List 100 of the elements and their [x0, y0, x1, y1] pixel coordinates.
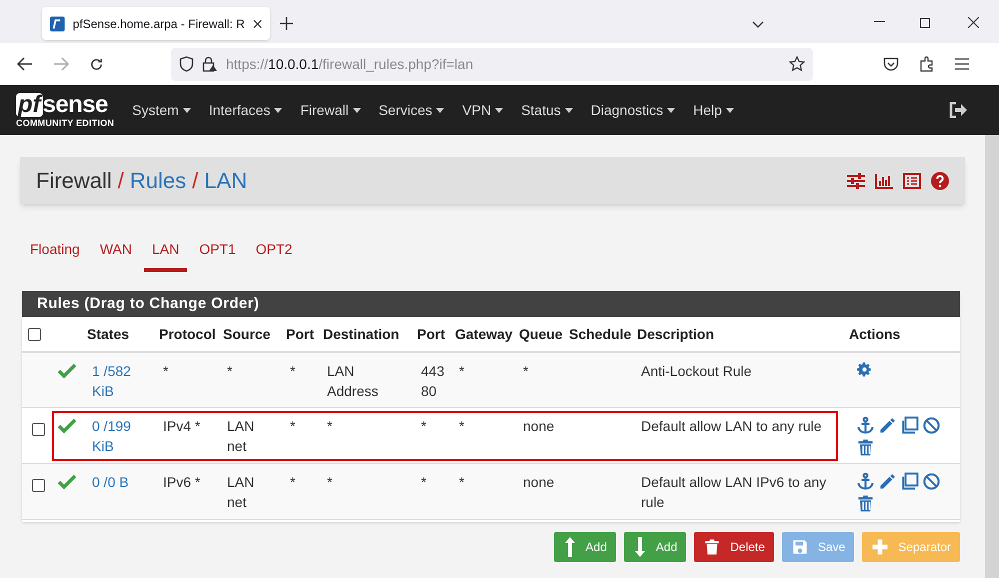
trash-icon[interactable]: [856, 438, 875, 457]
checkbox[interactable]: [32, 423, 45, 436]
trash-icon[interactable]: [856, 494, 875, 513]
close-icon[interactable]: [968, 17, 979, 28]
nav-menu[interactable]: Help: [693, 100, 734, 120]
column-header: Destination: [323, 326, 400, 342]
close-icon[interactable]: [252, 18, 262, 28]
breadcrumb-separator: /: [192, 167, 198, 195]
nav-menu[interactable]: Diagnostics: [590, 100, 676, 120]
interface-tab[interactable]: LAN: [144, 234, 188, 272]
arrow-up-icon: [562, 536, 577, 558]
table-cell-text: *: [459, 362, 466, 381]
add-button[interactable]: Add: [624, 532, 686, 562]
ban-icon[interactable]: [922, 472, 941, 491]
table-cell-text: LAN Address: [327, 362, 380, 401]
check-icon: [58, 418, 76, 434]
pencil-icon[interactable]: [878, 416, 897, 435]
panel-title: Rules (Drag to Change Order): [22, 291, 960, 317]
column-header: Actions: [849, 326, 900, 342]
table-row[interactable]: 0 /199 KiB IPv4 * LAN net * * * * none Default allow LAN to any rule: [22, 408, 960, 464]
table-cell-text: Anti-Lockout Rule: [641, 362, 753, 381]
states-link[interactable]: 0 /199 KiB: [92, 416, 142, 456]
interface-tab[interactable]: WAN: [92, 234, 140, 272]
menu-icon[interactable]: [955, 58, 969, 70]
url-text: https://10.0.0.1/firewall_rules.php?if=lan: [226, 54, 474, 74]
column-header: Port: [417, 326, 445, 342]
site-favicon: [50, 16, 65, 32]
nav-menu[interactable]: VPN: [462, 100, 504, 120]
states-link[interactable]: 1 /582 KiB: [92, 361, 142, 401]
new-tab-icon[interactable]: [280, 17, 293, 30]
delete-button[interactable]: Delete: [694, 532, 774, 562]
ban-icon[interactable]: [922, 416, 941, 435]
interface-tab[interactable]: OPT1: [191, 234, 244, 272]
caret-icon: [182, 108, 191, 112]
table-row[interactable]: 0 /0 B IPv6 * LAN net * * * * none Default allow LAN IPv6 to any rule: [22, 464, 960, 520]
table-cell-text: IPv4 *: [163, 417, 202, 436]
add-button[interactable]: Add: [554, 532, 616, 562]
breadcrumb-link[interactable]: Rules: [130, 164, 186, 197]
help-icon[interactable]: [931, 172, 949, 190]
table-cell-text: LAN net: [227, 417, 256, 456]
table-cell-text: IPv6 *: [163, 473, 202, 492]
table-cell-text: Default allow LAN IPv6 to any rule: [641, 473, 828, 512]
sliders-icon[interactable]: [847, 172, 865, 188]
nav-menu[interactable]: Services: [378, 100, 444, 120]
back-icon[interactable]: [17, 57, 33, 71]
gear-icon[interactable]: [856, 361, 873, 378]
bar-chart-icon[interactable]: [875, 172, 893, 188]
scrollbar[interactable]: [985, 135, 999, 578]
copy-icon[interactable]: [900, 416, 919, 435]
anchor-icon[interactable]: [856, 472, 875, 491]
floppy-icon: [790, 538, 809, 556]
table-cell-text: Default allow LAN to any rule: [641, 417, 823, 436]
caret-icon: [436, 108, 444, 112]
list-icon[interactable]: [903, 172, 921, 188]
nav-menu[interactable]: System: [132, 100, 191, 120]
pencil-icon[interactable]: [878, 472, 897, 491]
interface-tab[interactable]: Floating: [22, 234, 88, 272]
table-cell-text: 443 80: [421, 362, 446, 401]
nav-menu[interactable]: Interfaces: [208, 100, 282, 120]
checkbox[interactable]: [32, 479, 45, 492]
logout-icon[interactable]: [949, 102, 967, 118]
breadcrumb-title: Firewall: [36, 167, 112, 195]
reload-icon[interactable]: [89, 56, 104, 72]
table-cell-text: *: [163, 362, 170, 381]
checkbox[interactable]: [28, 328, 41, 340]
table-cell-text: *: [459, 473, 466, 492]
browser-tab[interactable]: pfSense.home.arpa - Firewall: R: [42, 7, 270, 40]
chevron-down-icon[interactable]: [752, 21, 764, 28]
table-cell-text: *: [421, 473, 428, 492]
column-header: Gateway: [455, 326, 513, 342]
table-cell-text: *: [459, 417, 466, 436]
pfsense-logo[interactable]: pfsense COMMUNITY EDITION: [16, 92, 114, 128]
table-cell-text: *: [523, 362, 530, 381]
table-cell-text: LAN net: [227, 473, 256, 512]
shield-icon: [179, 56, 194, 72]
puzzle-icon[interactable]: [919, 56, 935, 72]
table-cell-text: *: [290, 473, 296, 492]
copy-icon[interactable]: [900, 472, 919, 491]
column-header: Schedule: [569, 326, 632, 342]
states-link[interactable]: 0 /0 B: [92, 472, 142, 492]
pocket-icon[interactable]: [883, 56, 899, 72]
check-icon: [58, 474, 76, 490]
table-row[interactable]: 1 /582 KiB * * * LAN Address 443 80 * * Anti-Lockout Rule: [22, 353, 960, 408]
caret-icon: [726, 108, 734, 112]
trash-icon: [703, 537, 722, 557]
plus-icon: [871, 538, 890, 556]
breadcrumb-link[interactable]: LAN: [204, 164, 248, 197]
table-cell-text: *: [227, 362, 234, 381]
arrow-down-icon: [632, 536, 647, 558]
star-icon[interactable]: [789, 56, 805, 72]
table-cell-text: none: [523, 473, 556, 492]
address-bar[interactable]: https://10.0.0.1/firewall_rules.php?if=lan: [171, 48, 813, 80]
anchor-icon[interactable]: [856, 416, 875, 435]
nav-menu[interactable]: Status: [521, 100, 573, 120]
nav-menu[interactable]: Firewall: [300, 100, 361, 120]
table-cell-text: *: [290, 362, 296, 381]
column-header: Port: [286, 326, 314, 342]
maximize-icon[interactable]: [920, 18, 930, 28]
table-cell-text: none: [523, 417, 556, 436]
interface-tab[interactable]: OPT2: [248, 234, 300, 272]
